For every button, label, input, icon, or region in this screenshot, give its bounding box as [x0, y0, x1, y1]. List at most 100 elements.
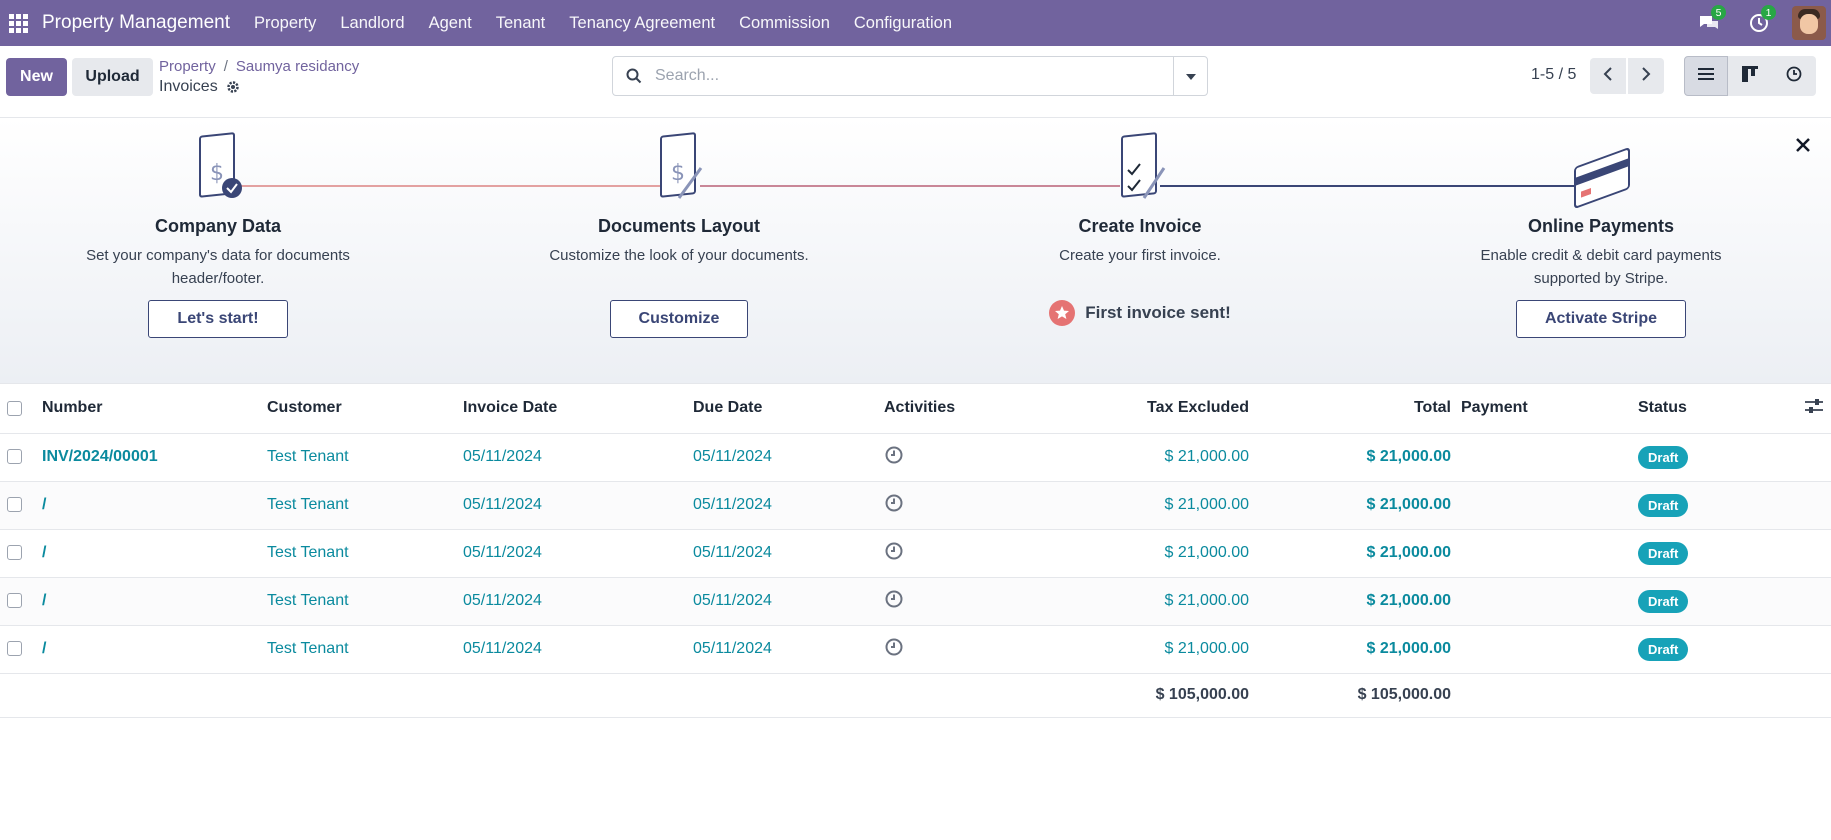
- total-amount[interactable]: $ 21,000.00: [1249, 625, 1451, 674]
- column-due-date[interactable]: Due Date: [693, 384, 884, 434]
- column-status[interactable]: Status: [1638, 384, 1772, 434]
- menu-agent[interactable]: Agent: [417, 14, 484, 33]
- menu-landlord[interactable]: Landlord: [328, 14, 416, 33]
- messages-button[interactable]: 5: [1684, 0, 1734, 46]
- page-title-text: Invoices: [159, 78, 218, 95]
- step-create-invoice: Create Invoice Create your first invoice…: [980, 118, 1300, 326]
- invoice-date[interactable]: 05/11/2024: [463, 577, 693, 626]
- invoice-date[interactable]: 05/11/2024: [463, 433, 693, 482]
- onboarding-banner: $ Company Data Set your company's data f…: [0, 118, 1831, 384]
- payment-cell[interactable]: [1451, 433, 1638, 482]
- activate-stripe-button[interactable]: Activate Stripe: [1515, 300, 1687, 338]
- payment-cell[interactable]: [1451, 625, 1638, 674]
- activity-clock-icon[interactable]: [884, 589, 904, 609]
- tax-excluded-amount[interactable]: $ 21,000.00: [1024, 433, 1249, 482]
- row-checkbox[interactable]: [7, 449, 22, 465]
- row-checkbox[interactable]: [7, 641, 22, 657]
- invoice-number[interactable]: /: [42, 529, 267, 578]
- new-button[interactable]: New: [6, 58, 67, 96]
- column-activities[interactable]: Activities: [884, 384, 1024, 434]
- tax-excluded-amount[interactable]: $ 21,000.00: [1024, 577, 1249, 626]
- menu-property[interactable]: Property: [242, 14, 328, 33]
- activity-clock-icon[interactable]: [884, 445, 904, 465]
- total-amount[interactable]: $ 21,000.00: [1249, 481, 1451, 530]
- caret-down-icon: [1185, 67, 1196, 85]
- activity-clock-icon[interactable]: [884, 493, 904, 513]
- close-icon[interactable]: [1792, 134, 1814, 156]
- select-all-checkbox[interactable]: [7, 400, 22, 416]
- gear-icon[interactable]: [226, 80, 240, 94]
- column-invoice-date[interactable]: Invoice Date: [463, 384, 693, 434]
- tax-excluded-amount[interactable]: $ 21,000.00: [1024, 529, 1249, 578]
- customer-name[interactable]: Test Tenant: [267, 625, 463, 674]
- payment-cell[interactable]: [1451, 481, 1638, 530]
- due-date[interactable]: 05/11/2024: [693, 529, 884, 578]
- total-amount[interactable]: $ 21,000.00: [1249, 529, 1451, 578]
- customer-name[interactable]: Test Tenant: [267, 481, 463, 530]
- row-checkbox[interactable]: [7, 545, 22, 561]
- list-view-button[interactable]: [1684, 56, 1728, 96]
- tax-excluded-amount[interactable]: $ 21,000.00: [1024, 481, 1249, 530]
- invoice-date[interactable]: 05/11/2024: [463, 529, 693, 578]
- breadcrumb: Property / Saumya residancy: [159, 58, 359, 75]
- total-amount[interactable]: $ 21,000.00: [1249, 433, 1451, 482]
- invoice-number[interactable]: /: [42, 625, 267, 674]
- due-date[interactable]: 05/11/2024: [693, 433, 884, 482]
- invoice-number[interactable]: /: [42, 481, 267, 530]
- row-checkbox[interactable]: [7, 497, 22, 513]
- activity-view-button[interactable]: [1772, 56, 1816, 96]
- pager-value[interactable]: 1-5 / 5: [1531, 66, 1576, 84]
- total-amount[interactable]: $ 21,000.00: [1249, 577, 1451, 626]
- optional-columns-icon[interactable]: [1805, 398, 1823, 418]
- search-options-toggle[interactable]: [1173, 57, 1207, 95]
- column-number[interactable]: Number: [42, 384, 267, 434]
- breadcrumb-property[interactable]: Property: [159, 58, 216, 75]
- customize-button[interactable]: Customize: [609, 300, 749, 338]
- activity-clock-icon[interactable]: [884, 637, 904, 657]
- apps-menu-icon[interactable]: [0, 0, 36, 46]
- due-date[interactable]: 05/11/2024: [693, 625, 884, 674]
- menu-configuration[interactable]: Configuration: [842, 14, 964, 33]
- activity-clock-icon[interactable]: [884, 541, 904, 561]
- invoices-table: Number Customer Invoice Date Due Date Ac…: [0, 384, 1831, 718]
- menu-commission[interactable]: Commission: [727, 14, 842, 33]
- kanban-view-button[interactable]: [1728, 56, 1772, 96]
- column-total[interactable]: Total: [1249, 384, 1451, 434]
- customer-name[interactable]: Test Tenant: [267, 577, 463, 626]
- clipboard-pen-icon: $: [519, 118, 839, 214]
- pager-next-button[interactable]: [1628, 58, 1664, 94]
- due-date[interactable]: 05/11/2024: [693, 577, 884, 626]
- first-invoice-sent-status: First invoice sent!: [1049, 300, 1231, 326]
- lets-start-button[interactable]: Let's start!: [148, 300, 288, 338]
- upload-button[interactable]: Upload: [72, 58, 153, 96]
- column-payment[interactable]: Payment: [1451, 384, 1638, 434]
- pager-previous-button[interactable]: [1590, 58, 1626, 94]
- activities-button[interactable]: 1: [1734, 0, 1784, 46]
- customer-name[interactable]: Test Tenant: [267, 529, 463, 578]
- invoice-number[interactable]: INV/2024/00001: [42, 433, 267, 482]
- table-row[interactable]: INV/2024/00001 Test Tenant 05/11/2024 05/11…: [0, 433, 1831, 482]
- tax-excluded-amount[interactable]: $ 21,000.00: [1024, 625, 1249, 674]
- app-brand[interactable]: Property Management: [42, 12, 230, 34]
- table-row[interactable]: / Test Tenant 05/11/2024 05/11/2024 $ 21,000…: [0, 577, 1831, 626]
- invoice-number[interactable]: /: [42, 577, 267, 626]
- menu-tenancy-agreement[interactable]: Tenancy Agreement: [557, 14, 727, 33]
- payment-cell[interactable]: [1451, 529, 1638, 578]
- first-invoice-sent-label: First invoice sent!: [1085, 303, 1231, 322]
- invoice-date[interactable]: 05/11/2024: [463, 625, 693, 674]
- menu-tenant[interactable]: Tenant: [484, 14, 558, 33]
- invoice-date[interactable]: 05/11/2024: [463, 481, 693, 530]
- column-tax-excluded[interactable]: Tax Excluded: [1024, 384, 1249, 434]
- table-row[interactable]: / Test Tenant 05/11/2024 05/11/2024 $ 21,000…: [0, 481, 1831, 530]
- breadcrumb-saumya-residancy[interactable]: Saumya residancy: [236, 58, 359, 75]
- user-avatar[interactable]: [1792, 6, 1826, 40]
- payment-cell[interactable]: [1451, 577, 1638, 626]
- search-input[interactable]: [655, 58, 1173, 94]
- due-date[interactable]: 05/11/2024: [693, 481, 884, 530]
- sum-tax-excluded: $ 105,000.00: [1024, 673, 1249, 718]
- table-row[interactable]: / Test Tenant 05/11/2024 05/11/2024 $ 21,000…: [0, 529, 1831, 578]
- column-customer[interactable]: Customer: [267, 384, 463, 434]
- row-checkbox[interactable]: [7, 593, 22, 609]
- table-row[interactable]: / Test Tenant 05/11/2024 05/11/2024 $ 21,000…: [0, 625, 1831, 674]
- customer-name[interactable]: Test Tenant: [267, 433, 463, 482]
